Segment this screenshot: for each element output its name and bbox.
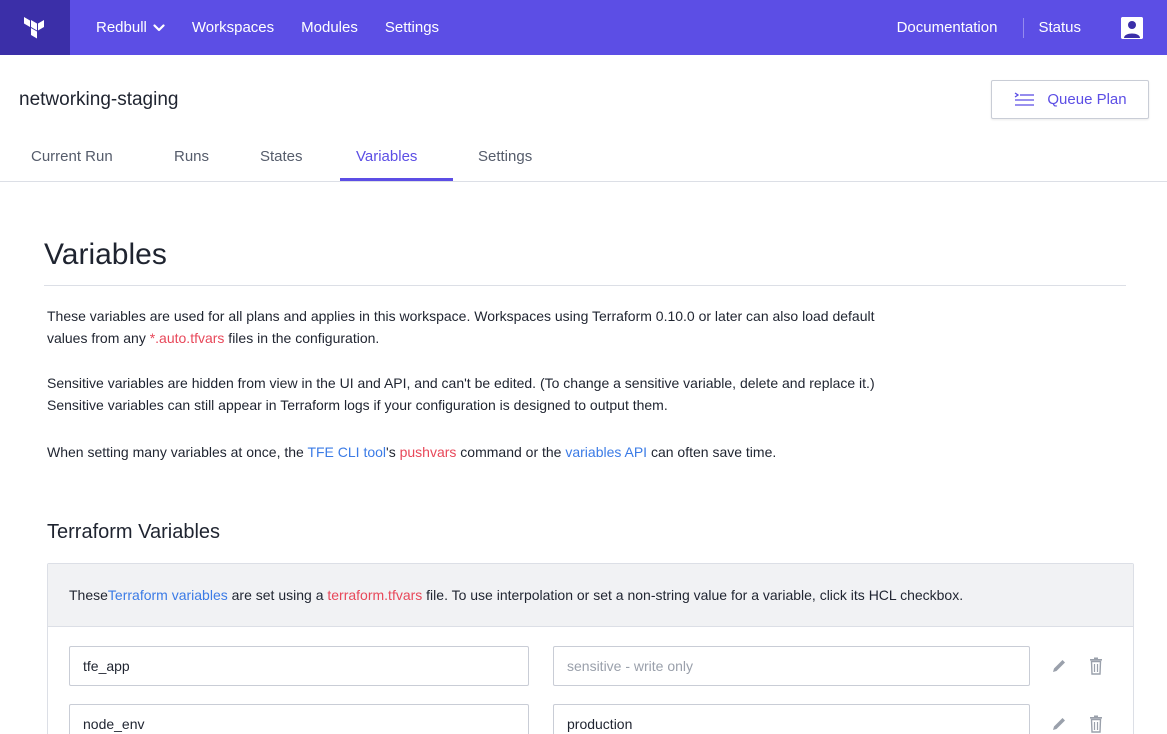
panel-note-text-1: These: [69, 587, 108, 603]
intro-text-1: These variables are used for all plans a…: [47, 308, 875, 324]
sensitive-text-2: Sensitive variables can still appear in …: [47, 397, 668, 413]
variable-key-input[interactable]: [69, 646, 529, 686]
sensitive-paragraph: Sensitive variables are hidden from view…: [47, 372, 875, 416]
tab-variables[interactable]: Variables: [356, 148, 417, 165]
tab-settings[interactable]: Settings: [478, 148, 532, 165]
variable-key-input[interactable]: [69, 704, 529, 734]
nav-divider: [1023, 17, 1025, 38]
tfe-cli-tool-link[interactable]: TFE CLI tool: [307, 444, 386, 460]
nav-status[interactable]: Status: [1038, 19, 1081, 36]
tips-text-2: 's: [386, 444, 400, 460]
queue-list-icon: [1015, 91, 1035, 106]
variables-api-link[interactable]: variables API: [565, 444, 647, 460]
page-title: Variables: [44, 238, 167, 271]
nav-workspaces[interactable]: Workspaces: [192, 19, 274, 36]
org-switcher[interactable]: Redbull: [96, 19, 165, 36]
panel-note: These Terraform variables are set using …: [48, 564, 1133, 627]
terraform-logo[interactable]: [0, 0, 70, 55]
sensitive-text-1: Sensitive variables are hidden from view…: [47, 375, 875, 391]
tab-runs[interactable]: Runs: [174, 148, 209, 165]
trash-icon[interactable]: [1086, 714, 1106, 734]
chevron-down-icon: [153, 23, 165, 31]
top-nav: Redbull Workspaces Modules Settings Docu…: [0, 0, 1167, 55]
nav-settings[interactable]: Settings: [385, 19, 439, 36]
tips-text-1: When setting many variables at once, the: [47, 444, 308, 460]
variable-value-input[interactable]: [553, 646, 1030, 686]
tips-text-3: command or the: [456, 444, 566, 460]
terraform-variables-heading: Terraform Variables: [47, 521, 221, 543]
tab-states[interactable]: States: [260, 148, 303, 165]
active-tab-indicator: [340, 178, 453, 181]
terraform-tfvars-code: terraform.tfvars: [327, 587, 423, 603]
tips-paragraph: When setting many variables at once, the…: [47, 441, 776, 463]
pencil-icon[interactable]: [1049, 714, 1069, 734]
user-icon: [1121, 16, 1143, 39]
trash-icon[interactable]: [1086, 656, 1106, 676]
panel-note-text-2: are set using a: [227, 587, 328, 603]
intro-paragraph: These variables are used for all plans a…: [47, 305, 874, 349]
nav-modules[interactable]: Modules: [301, 19, 358, 36]
nav-documentation[interactable]: Documentation: [897, 19, 998, 36]
terraform-variables-link[interactable]: Terraform variables: [108, 587, 228, 603]
panel-note-text-3: file. To use interpolation or set a non-…: [422, 587, 964, 603]
queue-plan-label: Queue Plan: [1047, 91, 1127, 108]
auto-tfvars-code: *.auto.tfvars: [149, 330, 225, 346]
user-avatar[interactable]: [1121, 16, 1143, 39]
pencil-icon[interactable]: [1049, 656, 1069, 676]
pushvars-code: pushvars: [399, 444, 457, 460]
queue-plan-button[interactable]: Queue Plan: [991, 80, 1149, 119]
terraform-variables-panel: These Terraform variables are set using …: [47, 563, 1134, 734]
tab-current-run[interactable]: Current Run: [31, 148, 113, 165]
tips-text-4: can often save time.: [647, 444, 777, 460]
terraform-logo-icon: [24, 16, 44, 38]
intro-text-3: files in the configuration.: [224, 330, 380, 346]
title-divider: [44, 285, 1126, 286]
intro-text-2: values from any: [47, 330, 150, 346]
workspace-tabs: Current Run Runs States Variables Settin…: [0, 135, 1167, 182]
workspace-title: networking-staging: [19, 89, 179, 110]
org-name: Redbull: [96, 19, 147, 36]
variable-value-input[interactable]: [553, 704, 1030, 734]
